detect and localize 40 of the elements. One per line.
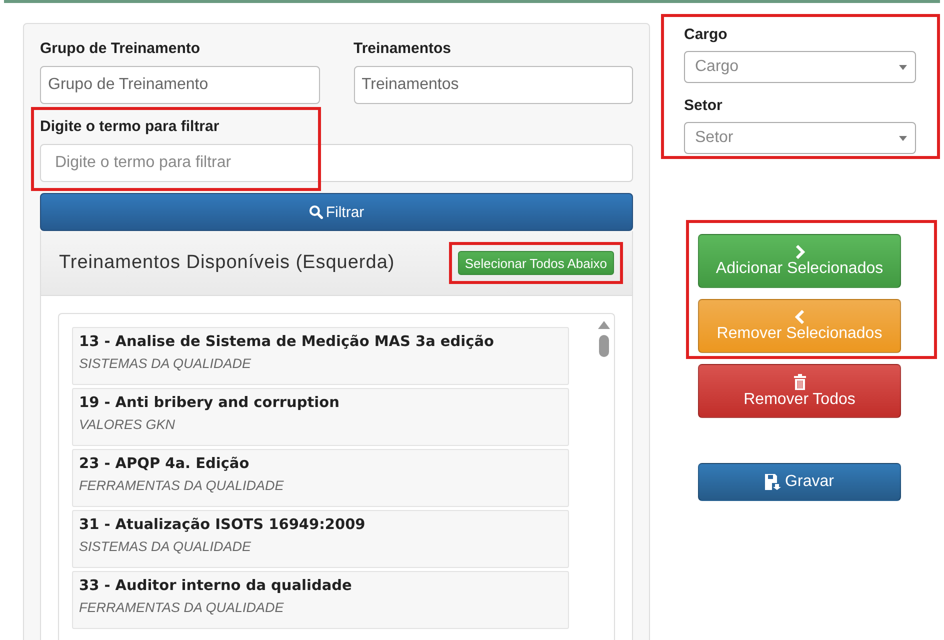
item-title: 31 - Atualização ISOTS 16949:2009 bbox=[79, 517, 366, 533]
chevron-left-icon bbox=[794, 310, 804, 324]
item-title: 23 - APQP 4a. Edição bbox=[79, 456, 250, 472]
save-icon bbox=[765, 474, 782, 490]
field-label: Treinamentos bbox=[354, 40, 452, 58]
scroll-up-icon[interactable] bbox=[598, 321, 610, 329]
item-group: VALORES GKN bbox=[79, 417, 562, 432]
input-field[interactable]: Treinamentos bbox=[354, 66, 633, 104]
item-title: 13 - Analise de Sistema de Medição MAS 3a edição bbox=[79, 334, 495, 350]
list-item[interactable]: 33 - Auditor interno da qualidade FERRAMENTAS DA QUALIDADE bbox=[72, 571, 569, 629]
search-icon bbox=[308, 205, 323, 219]
dropdown[interactable]: Setor bbox=[684, 122, 916, 154]
dropdown[interactable]: Cargo bbox=[684, 51, 916, 83]
filter-button[interactable]: Filtrar bbox=[40, 193, 633, 231]
add-button[interactable]: Adicionar Selecionados bbox=[698, 234, 901, 288]
field-label: Cargo bbox=[684, 26, 728, 44]
item-group: FERRAMENTAS DA QUALIDADE bbox=[79, 478, 562, 493]
item-title: 19 - Anti bribery and corruption bbox=[79, 395, 340, 411]
field-label: Setor bbox=[684, 97, 724, 115]
select-all-button[interactable]: Selecionar Todos Abaixo bbox=[458, 251, 614, 275]
clear-button[interactable]: Remover Todos bbox=[698, 364, 901, 418]
list-item[interactable]: 13 - Analise de Sistema de Medição MAS 3a edição SISTEMAS DA QUALIDADE bbox=[72, 327, 569, 385]
item-group: FERRAMENTAS DA QUALIDADE bbox=[79, 600, 562, 615]
trash-icon bbox=[792, 374, 806, 390]
list-item[interactable]: 19 - Anti bribery and corruption VALORES GKN bbox=[72, 388, 569, 446]
field-label: Digite o termo para filtrar bbox=[40, 118, 220, 136]
scrollbar-thumb[interactable] bbox=[599, 335, 609, 357]
input-field[interactable]: Grupo de Treinamento bbox=[40, 66, 320, 104]
item-title: 33 - Auditor interno da qualidade bbox=[79, 578, 353, 594]
search-field[interactable]: Digite o termo para filtrar bbox=[40, 144, 633, 182]
chevron-right-icon bbox=[794, 244, 804, 258]
panel-title: Treinamentos Disponíveis (Esquerda) bbox=[59, 252, 395, 274]
list-item[interactable]: 23 - APQP 4a. Edição FERRAMENTAS DA QUALIDADE bbox=[72, 449, 569, 507]
list-item[interactable]: 31 - Atualização ISOTS 16949:2009 SISTEMAS DA QUALIDADE bbox=[72, 510, 569, 568]
save-button[interactable]: Gravar bbox=[698, 463, 901, 501]
item-group: SISTEMAS DA QUALIDADE bbox=[79, 356, 562, 371]
field-label: Grupo de Treinamento bbox=[40, 40, 202, 58]
item-group: SISTEMAS DA QUALIDADE bbox=[79, 539, 562, 554]
caret-icon bbox=[899, 136, 907, 140]
caret-icon bbox=[899, 64, 907, 70]
